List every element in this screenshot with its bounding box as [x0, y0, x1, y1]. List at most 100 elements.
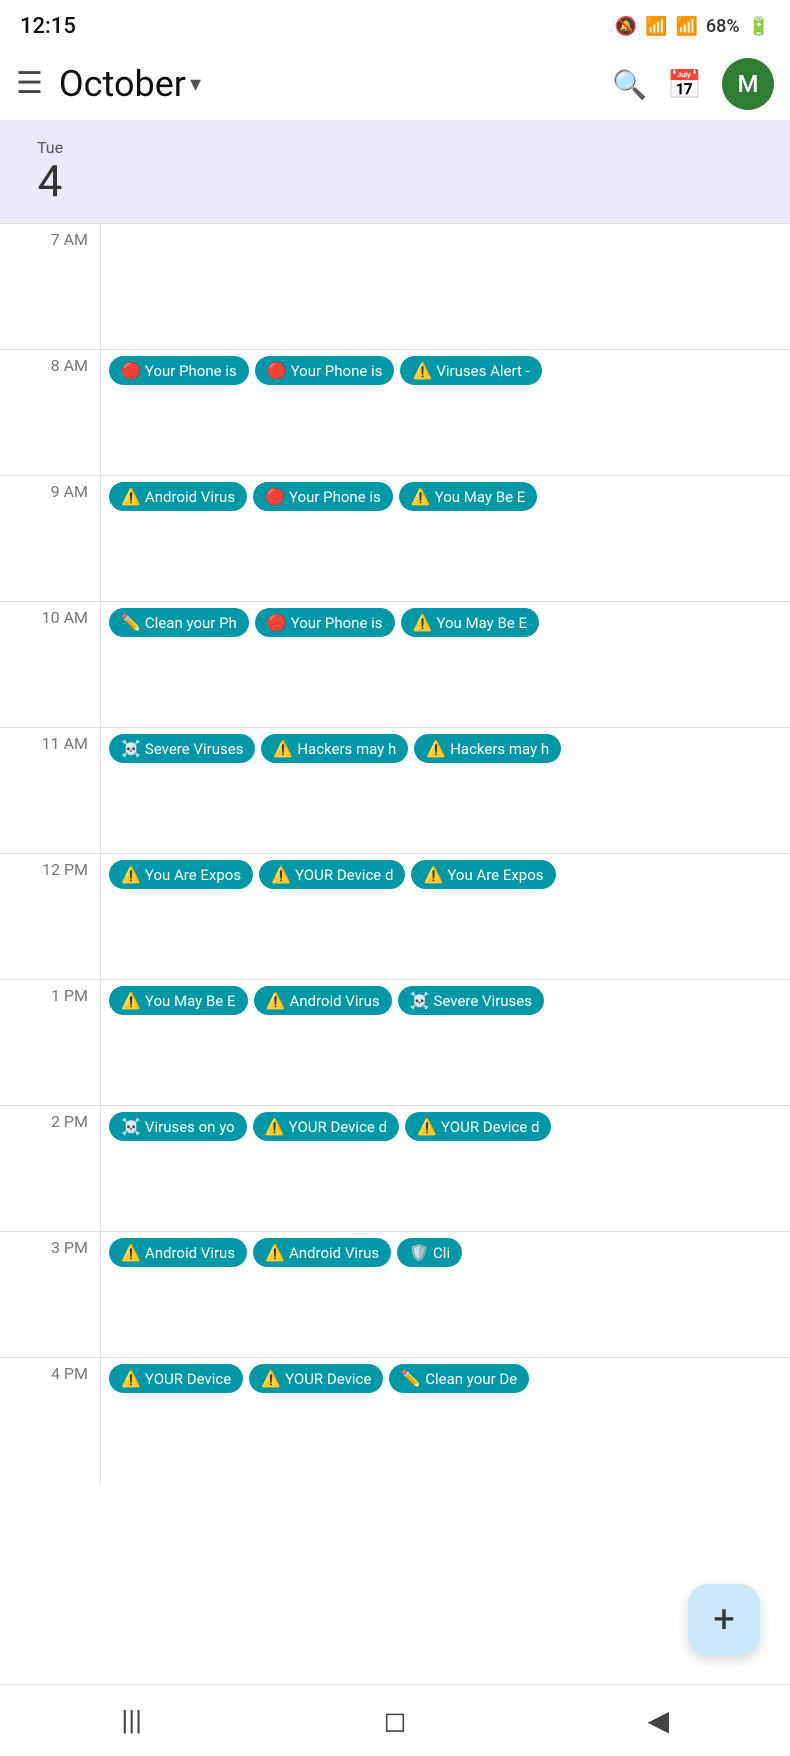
wifi-icon: 📶: [645, 16, 667, 37]
time-label: 3 PM: [0, 1232, 100, 1257]
event-label: Viruses on yo: [145, 1118, 235, 1136]
time-label: 2 PM: [0, 1106, 100, 1131]
time-slot-content: ☠️Viruses on yo⚠️YOUR Device d⚠️YOUR Dev…: [100, 1106, 790, 1231]
event-icon: ✏️: [401, 1369, 421, 1388]
time-slot-content: ⚠️Android Virus⚠️Android Virus🛡️Cli: [100, 1232, 790, 1357]
event-chip[interactable]: 🔴Your Phone is: [109, 356, 249, 385]
home-button[interactable]: ◻: [365, 1691, 425, 1751]
time-label: 7 AM: [0, 224, 100, 249]
add-event-button[interactable]: +: [688, 1584, 760, 1656]
time-label: 12 PM: [0, 854, 100, 879]
event-label: YOUR Device: [145, 1370, 231, 1388]
event-chip[interactable]: ⚠️You May Be E: [109, 986, 248, 1015]
time-row: 3 PM⚠️Android Virus⚠️Android Virus🛡️Cli: [0, 1231, 790, 1357]
event-label: You Are Expos: [145, 866, 241, 884]
event-chip[interactable]: ⚠️YOUR Device d: [253, 1112, 399, 1141]
event-chip[interactable]: ⚠️YOUR Device d: [259, 860, 405, 889]
event-icon: ⚠️: [413, 613, 433, 632]
event-label: Cli: [433, 1244, 450, 1262]
recent-apps-button[interactable]: |||: [102, 1691, 162, 1751]
event-label: Viruses Alert -: [436, 362, 529, 380]
avatar[interactable]: M: [722, 58, 774, 110]
month-title[interactable]: October ▾: [59, 63, 596, 105]
event-chip[interactable]: ⚠️YOUR Device: [109, 1364, 243, 1393]
event-label: Hackers may h: [450, 740, 549, 758]
status-bar: 12:15 🔕 📶 📶 68% 🔋: [0, 0, 790, 48]
event-icon: 🛡️: [409, 1243, 429, 1262]
event-chip[interactable]: ⚠️Hackers may h: [414, 734, 561, 763]
event-icon: 🔴: [265, 487, 285, 506]
status-icons: 🔕 📶 📶 68% 🔋: [615, 16, 770, 37]
event-icon: ✏️: [121, 613, 141, 632]
event-icon: ⚠️: [121, 865, 141, 884]
event-chip[interactable]: 🔴Your Phone is: [255, 356, 395, 385]
day-header-label: Tue 4: [0, 130, 100, 213]
event-chip[interactable]: ⚠️YOUR Device: [249, 1364, 383, 1393]
event-label: Your Phone is: [145, 362, 237, 380]
battery-icon: 🔋: [748, 16, 770, 37]
status-time: 12:15: [20, 14, 76, 39]
event-label: Severe Viruses: [434, 992, 533, 1010]
time-label: 9 AM: [0, 476, 100, 501]
event-chip[interactable]: ⚠️Android Virus: [254, 986, 392, 1015]
event-chip[interactable]: ✏️Clean your Ph: [109, 608, 249, 637]
event-icon: ⚠️: [265, 1117, 285, 1136]
app-bar-actions: 🔍 📅 M: [612, 58, 774, 110]
event-label: YOUR Device d: [289, 1118, 387, 1136]
event-label: You May Be E: [436, 614, 527, 632]
event-chip[interactable]: ☠️Severe Viruses: [109, 734, 255, 763]
event-chip[interactable]: ☠️Severe Viruses: [398, 986, 544, 1015]
event-icon: ⚠️: [121, 1243, 141, 1262]
time-label: 10 AM: [0, 602, 100, 627]
battery-level: 68%: [706, 16, 740, 37]
event-chip[interactable]: ✏️Clean your De: [389, 1364, 529, 1393]
time-label: 4 PM: [0, 1358, 100, 1383]
event-chip[interactable]: ⚠️You May Be E: [401, 608, 540, 637]
event-icon: ⚠️: [411, 487, 431, 506]
bottom-nav: ||| ◻ ◀: [0, 1684, 790, 1756]
time-row: 8 AM🔴Your Phone is🔴Your Phone is⚠️Viruse…: [0, 349, 790, 475]
event-chip[interactable]: ⚠️Android Virus: [109, 1238, 247, 1267]
day-header: Tue 4: [0, 120, 790, 223]
event-label: Android Virus: [145, 1244, 235, 1262]
event-label: Your Phone is: [291, 614, 383, 632]
event-label: Hackers may h: [297, 740, 396, 758]
time-row: 2 PM☠️Viruses on yo⚠️YOUR Device d⚠️YOUR…: [0, 1105, 790, 1231]
time-row: 10 AM✏️Clean your Ph🔴Your Phone is⚠️You …: [0, 601, 790, 727]
event-chip[interactable]: ⚠️Android Virus: [109, 482, 247, 511]
event-chip[interactable]: ⚠️Hackers may h: [261, 734, 408, 763]
event-label: YOUR Device: [285, 1370, 371, 1388]
calendar-today-icon[interactable]: 📅: [667, 68, 702, 101]
event-chip[interactable]: ⚠️You May Be E: [399, 482, 538, 511]
event-icon: ☠️: [121, 739, 141, 758]
time-slot-content: ⚠️You Are Expos⚠️YOUR Device d⚠️You Are …: [100, 854, 790, 979]
menu-button[interactable]: ☰: [16, 69, 43, 99]
time-row: 4 PM⚠️YOUR Device⚠️YOUR Device✏️Clean yo…: [0, 1357, 790, 1483]
event-icon: ⚠️: [417, 1117, 437, 1136]
home-icon: ◻: [383, 1704, 406, 1737]
event-icon: 🔴: [267, 613, 287, 632]
signal-icon: 📶: [675, 16, 697, 37]
event-chip[interactable]: 🔴Your Phone is: [255, 608, 395, 637]
event-chip[interactable]: 🔴Your Phone is: [253, 482, 393, 511]
event-label: YOUR Device d: [441, 1118, 539, 1136]
search-icon[interactable]: 🔍: [612, 68, 647, 101]
back-button[interactable]: ◀: [628, 1691, 688, 1751]
event-icon: ⚠️: [121, 1369, 141, 1388]
event-icon: ⚠️: [265, 1243, 285, 1262]
event-chip[interactable]: ☠️Viruses on yo: [109, 1112, 247, 1141]
day-header-content: [100, 130, 790, 213]
event-chip[interactable]: ⚠️Viruses Alert -: [400, 356, 541, 385]
plus-icon: +: [713, 1598, 735, 1642]
time-slot-content: 🔴Your Phone is🔴Your Phone is⚠️Viruses Al…: [100, 350, 790, 475]
event-chip[interactable]: ⚠️YOUR Device d: [405, 1112, 551, 1141]
event-chip[interactable]: ⚠️You Are Expos: [109, 860, 253, 889]
time-slot-content: ⚠️YOUR Device⚠️YOUR Device✏️Clean your D…: [100, 1358, 790, 1483]
event-chip[interactable]: ⚠️You Are Expos: [411, 860, 555, 889]
event-chip[interactable]: ⚠️Android Virus: [253, 1238, 391, 1267]
time-label: 1 PM: [0, 980, 100, 1005]
event-label: Android Virus: [289, 1244, 379, 1262]
event-chip[interactable]: 🛡️Cli: [397, 1238, 462, 1267]
time-slot-content: ⚠️You May Be E⚠️Android Virus☠️Severe Vi…: [100, 980, 790, 1105]
time-label: 8 AM: [0, 350, 100, 375]
